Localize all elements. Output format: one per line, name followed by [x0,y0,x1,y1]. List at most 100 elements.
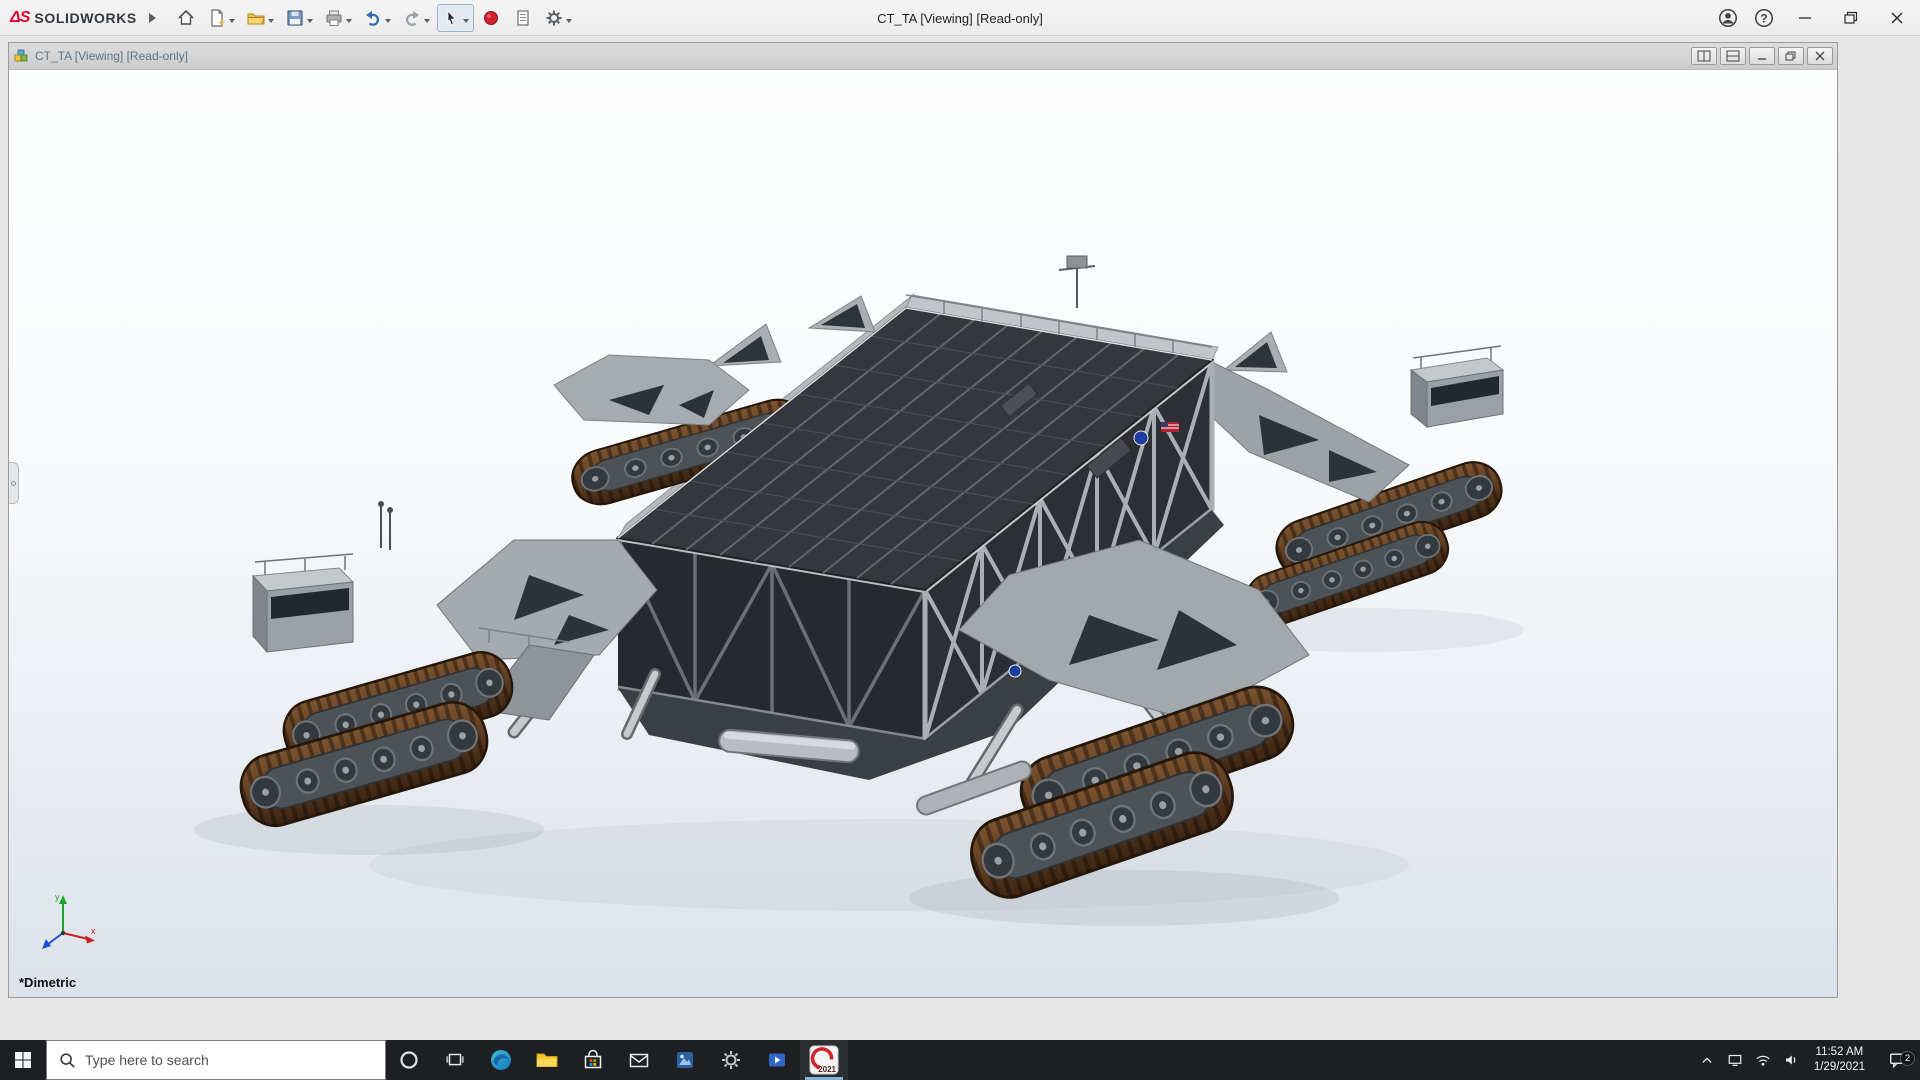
tray-network-button[interactable] [1749,1051,1777,1069]
dropdown-caret-icon[interactable] [268,19,274,26]
app-icon-edge[interactable] [478,1040,524,1080]
dropdown-caret-icon[interactable] [307,19,313,26]
cortana-button[interactable] [386,1040,432,1080]
dropdown-caret-icon[interactable] [385,19,391,26]
account-button[interactable] [1710,3,1746,33]
dropdown-caret-icon[interactable] [229,19,235,26]
restore-button[interactable] [1828,0,1874,35]
record-dot-icon [481,8,501,28]
file-explorer-icon [535,1048,559,1072]
save-icon [285,8,305,28]
gear-icon [544,8,564,28]
movies-tv-icon [765,1048,789,1072]
graphics-viewport[interactable]: y x *Dimetric [9,69,1837,997]
restore-icon [1828,0,1874,36]
select-tool-button[interactable] [437,4,474,32]
home-icon [176,8,196,28]
titlebar-right-controls: ? [1710,0,1920,35]
dropdown-caret-icon[interactable] [463,19,469,26]
document-title: CT_TA [Viewing] [Read-only] [35,49,188,63]
wifi-icon [1754,1051,1772,1069]
edge-browser-icon [489,1048,513,1072]
task-view-icon [444,1049,466,1071]
svg-text:2021: 2021 [818,1065,836,1074]
print-button[interactable] [320,4,357,32]
clock-date: 1/29/2021 [1814,1060,1865,1075]
orientation-triad: y x [29,889,103,959]
app-icon-solidworks-active[interactable]: 2021 [800,1040,848,1080]
minimize-button[interactable] [1782,0,1828,35]
dropdown-caret-icon[interactable] [424,19,430,26]
app-icon-settings[interactable] [708,1040,754,1080]
start-button[interactable] [0,1040,46,1080]
app-titlebar: CT_TA [Viewing] [Read-only] ΔS SOLIDWORK… [0,0,1920,36]
notification-count-badge: 2 [1900,1051,1915,1066]
app-icon-mail[interactable] [616,1040,662,1080]
doc-restore-button[interactable] [1778,47,1804,65]
svg-text:x: x [91,926,96,936]
windows-logo-icon [14,1051,32,1069]
user-account-icon [1717,7,1739,29]
select-cursor-icon [441,8,461,28]
right-control-cab[interactable] [1411,346,1503,427]
print-icon [324,8,344,28]
tray-volume-button[interactable] [1777,1051,1805,1069]
close-button[interactable] [1874,0,1920,35]
svg-text:y: y [55,892,60,902]
crawler-transporter-model[interactable] [9,70,1837,997]
view-orientation-label: *Dimetric [19,975,76,990]
document-window: CT_TA [Viewing] [Read-only] [8,42,1838,998]
assembly-document-icon [13,48,29,64]
tile-horizontal-button[interactable] [1691,47,1717,65]
close-icon [1874,0,1920,36]
search-input[interactable] [85,1052,374,1068]
rear-right-corner-housing[interactable] [1194,362,1409,502]
doc-close-button[interactable] [1807,47,1833,65]
dropdown-caret-icon[interactable] [566,19,572,26]
chevron-up-icon [1698,1051,1716,1069]
show-hidden-icons-button[interactable] [1693,1051,1721,1069]
microsoft-store-icon [581,1048,605,1072]
solidworks-app-icon: 2021 [809,1045,839,1075]
feature-pane-splitter-handle[interactable] [9,462,19,504]
open-folder-icon [246,8,266,28]
file-properties-button[interactable] [508,4,538,32]
splitter-dot-icon [11,481,16,486]
app-icon-movies-tv[interactable] [754,1040,800,1080]
app-icon-photos[interactable] [662,1040,708,1080]
help-button[interactable]: ? [1746,3,1782,33]
tray-pc-icon-button[interactable] [1721,1051,1749,1069]
app-icon-store[interactable] [570,1040,616,1080]
quick-access-toolbar [171,4,577,32]
svg-text:?: ? [1760,11,1767,25]
left-control-cab[interactable] [253,554,353,652]
undo-button[interactable] [359,4,396,32]
home-button[interactable] [171,4,201,32]
antenna-masts [379,502,392,550]
new-document-icon [207,8,227,28]
search-icon [58,1051,76,1069]
windows-taskbar: 2021 [0,1040,1920,1080]
close-icon [1813,50,1827,62]
new-document-button[interactable] [203,4,240,32]
open-button[interactable] [242,4,279,32]
document-titlebar[interactable]: CT_TA [Viewing] [Read-only] [9,43,1837,69]
restore-icon [1784,50,1798,62]
app-icon-file-explorer[interactable] [524,1040,570,1080]
options-button[interactable] [540,4,577,32]
taskbar-spacer [848,1040,1693,1080]
tile-vertical-button[interactable] [1720,47,1746,65]
clock[interactable]: 11:52 AM 1/29/2021 [1805,1045,1874,1075]
record-macro-button[interactable] [476,4,506,32]
redo-button[interactable] [398,4,435,32]
task-view-button[interactable] [432,1040,478,1080]
action-center-button[interactable]: 2 [1874,1050,1920,1070]
document-properties-icon [513,8,533,28]
settings-gear-icon [719,1048,743,1072]
doc-minimize-button[interactable] [1749,47,1775,65]
taskbar-search[interactable] [46,1040,386,1080]
dropdown-caret-icon[interactable] [346,19,352,26]
minimize-icon [1755,50,1769,62]
undo-icon [363,8,383,28]
save-button[interactable] [281,4,318,32]
